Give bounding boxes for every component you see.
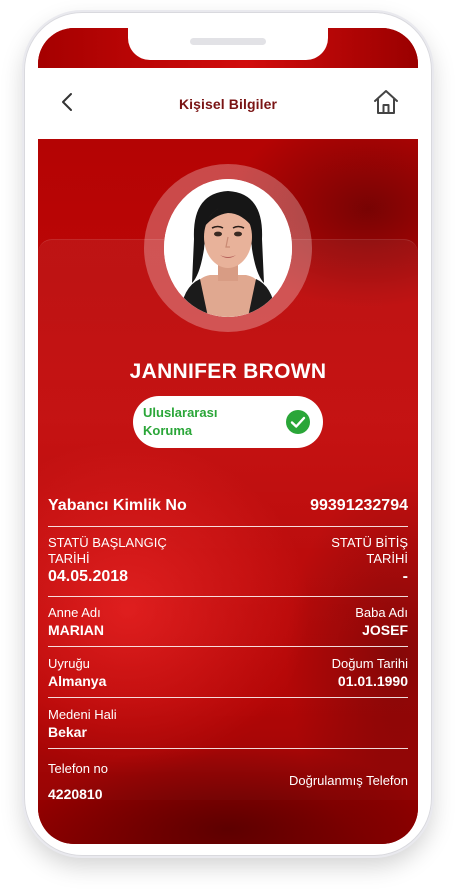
divider [48, 526, 408, 527]
status-end-label-1: STATÜ BİTİŞ [331, 535, 408, 550]
chevron-left-icon [62, 93, 72, 111]
app-header: Kişisel Bilgiler [38, 68, 418, 139]
home-button[interactable] [371, 87, 401, 117]
marital-label: Medeni Hali [48, 707, 117, 722]
verified-phone-text: Doğrulanmış Telefon [289, 773, 408, 788]
page-title: Kişisel Bilgiler [178, 95, 278, 112]
back-button[interactable] [56, 90, 80, 114]
speaker [190, 38, 266, 45]
profile-content: JANNIFER BROWN Uluslararası Koruma Yaban… [38, 139, 418, 844]
phone-value: 4220810 [48, 786, 103, 802]
badge-line-2: Koruma [143, 423, 193, 438]
phone-screen: Kişisel Bilgiler JANNIFER BROWN Uluslara… [38, 28, 418, 844]
nationality-value: Almanya [48, 673, 107, 689]
status-badge: Uluslararası Koruma [133, 396, 323, 448]
divider [48, 697, 408, 698]
birth-date-label: Doğum Tarihi [331, 656, 408, 671]
divider [48, 596, 408, 597]
status-start-value: 04.05.2018 [48, 568, 129, 585]
notch [128, 28, 328, 60]
divider [48, 748, 408, 749]
avatar [164, 179, 292, 317]
birth-date-value: 01.01.1990 [337, 673, 408, 689]
home-icon [374, 90, 398, 114]
marital-value: Bekar [48, 724, 87, 740]
divider [48, 646, 408, 647]
status-start-label-2: TARİHİ [48, 551, 90, 566]
status-end-value: - [402, 568, 408, 585]
father-label: Baba Adı [355, 605, 408, 620]
id-value: 99391232794 [310, 497, 408, 514]
father-value: JOSEF [362, 622, 408, 638]
nationality-label: Uyruğu [48, 656, 90, 671]
status-end-label-2: TARİHİ [366, 551, 408, 566]
check-circle-icon [286, 410, 310, 434]
phone-label: Telefon no [48, 761, 108, 776]
avatar-portrait [164, 179, 292, 317]
profile-name: JANNIFER BROWN [129, 360, 327, 383]
mother-label: Anne Adı [48, 605, 101, 620]
status-start-label-1: STATÜ BAŞLANGIÇ [48, 535, 167, 550]
badge-label: Uluslararası Koruma [143, 404, 263, 440]
badge-line-1: Uluslararası [143, 405, 218, 420]
mother-value: MARIAN [48, 622, 104, 638]
id-label: Yabancı Kimlik No [48, 497, 187, 514]
